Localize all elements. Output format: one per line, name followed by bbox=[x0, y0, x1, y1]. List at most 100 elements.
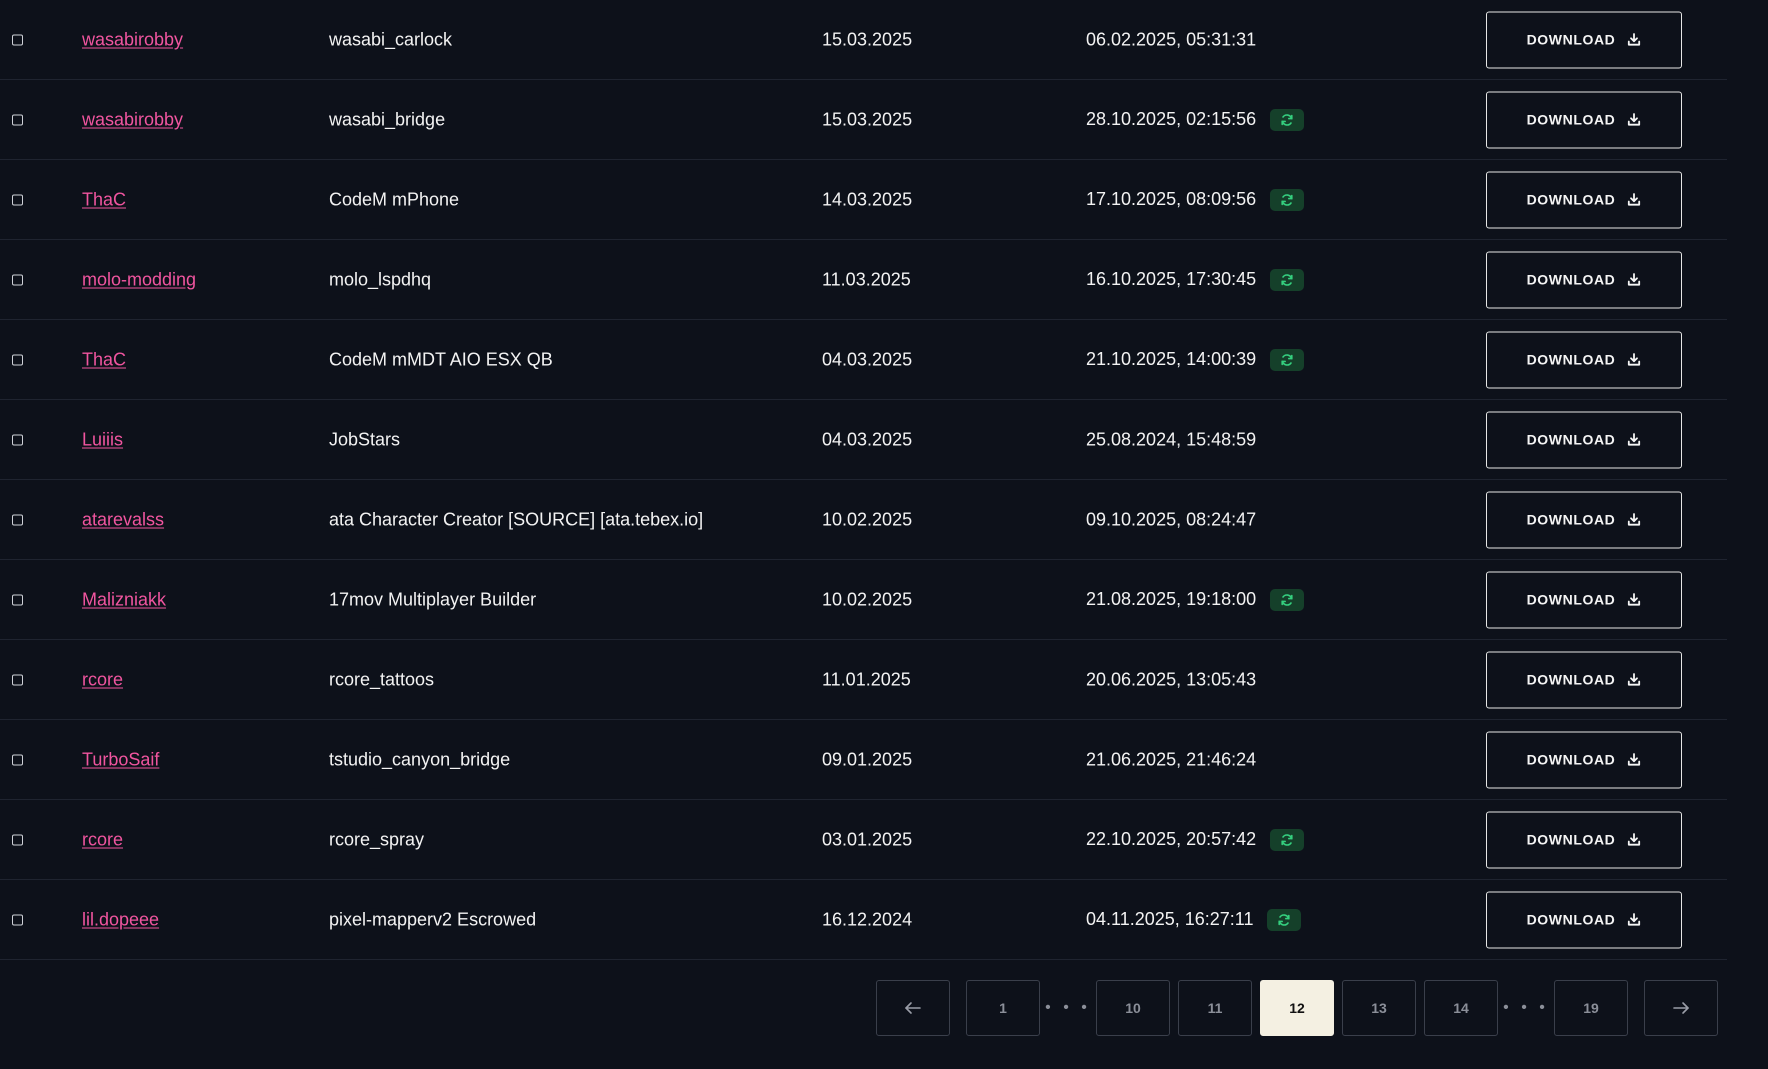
created-date: 11.01.2025 bbox=[822, 669, 911, 689]
next-page-button[interactable] bbox=[1644, 980, 1718, 1036]
updated-cell: 06.02.2025, 05:31:31 bbox=[1086, 29, 1256, 50]
row-checkbox[interactable] bbox=[12, 674, 23, 685]
resource-name: 17mov Multiplayer Builder bbox=[329, 589, 537, 609]
updated-timestamp: 04.11.2025, 16:27:11 bbox=[1086, 909, 1254, 929]
author-link[interactable]: lil.dopeee bbox=[82, 909, 159, 930]
created-date: 10.02.2025 bbox=[822, 589, 913, 609]
pagination-ellipsis: • • • bbox=[1503, 999, 1549, 1016]
download-icon bbox=[1627, 433, 1641, 447]
updated-timestamp: 25.08.2024, 15:48:59 bbox=[1086, 429, 1257, 449]
download-icon bbox=[1627, 833, 1641, 847]
page-button-13[interactable]: 13 bbox=[1342, 980, 1416, 1036]
download-button[interactable]: DOWNLOAD bbox=[1486, 331, 1682, 388]
download-icon bbox=[1627, 513, 1641, 527]
updated-timestamp: 06.02.2025, 05:31:31 bbox=[1086, 29, 1257, 49]
resource-name: wasabi_carlock bbox=[329, 29, 453, 49]
page-button-12[interactable]: 12 bbox=[1260, 980, 1334, 1036]
updated-timestamp: 21.10.2025, 14:00:39 bbox=[1086, 349, 1257, 369]
sync-icon bbox=[1270, 828, 1305, 851]
sync-icon bbox=[1270, 188, 1305, 211]
page-button-10[interactable]: 10 bbox=[1096, 980, 1170, 1036]
row-checkbox[interactable] bbox=[12, 834, 23, 845]
author-link[interactable]: atarevalss bbox=[82, 509, 164, 530]
row-checkbox[interactable] bbox=[12, 274, 23, 285]
table-row: molo-modding molo_lspdhq 11.03.2025 16.1… bbox=[0, 240, 1727, 320]
created-date: 11.03.2025 bbox=[822, 269, 911, 289]
author-link[interactable]: Luiiis bbox=[82, 429, 123, 450]
updated-timestamp: 09.10.2025, 08:24:47 bbox=[1086, 509, 1257, 529]
download-label: DOWNLOAD bbox=[1526, 271, 1616, 288]
author-link[interactable]: wasabirobby bbox=[82, 29, 183, 50]
download-label: DOWNLOAD bbox=[1526, 31, 1616, 48]
row-checkbox[interactable] bbox=[12, 194, 23, 205]
download-button[interactable]: DOWNLOAD bbox=[1486, 571, 1682, 628]
table-row: ThaC CodeM mPhone 14.03.2025 17.10.2025,… bbox=[0, 160, 1727, 240]
author-link[interactable]: rcore bbox=[82, 669, 123, 690]
row-checkbox[interactable] bbox=[12, 914, 23, 925]
download-icon bbox=[1627, 33, 1641, 47]
updated-timestamp: 21.08.2025, 19:18:00 bbox=[1086, 589, 1257, 609]
download-button[interactable]: DOWNLOAD bbox=[1486, 411, 1682, 468]
download-button[interactable]: DOWNLOAD bbox=[1486, 171, 1682, 228]
updated-timestamp: 17.10.2025, 08:09:56 bbox=[1086, 189, 1257, 209]
page-button-14[interactable]: 14 bbox=[1424, 980, 1498, 1036]
resource-name: wasabi_bridge bbox=[329, 109, 446, 129]
row-checkbox[interactable] bbox=[12, 514, 23, 525]
download-button[interactable]: DOWNLOAD bbox=[1486, 91, 1682, 148]
author-link[interactable]: molo-modding bbox=[82, 269, 196, 290]
row-checkbox[interactable] bbox=[12, 594, 23, 605]
row-checkbox[interactable] bbox=[12, 754, 23, 765]
download-label: DOWNLOAD bbox=[1526, 911, 1616, 928]
row-checkbox[interactable] bbox=[12, 114, 23, 125]
table-row: Malizniakk 17mov Multiplayer Builder 10.… bbox=[0, 560, 1727, 640]
table-row: wasabirobby wasabi_bridge 15.03.2025 28.… bbox=[0, 80, 1727, 160]
author-link[interactable]: ThaC bbox=[82, 349, 126, 370]
download-button[interactable]: DOWNLOAD bbox=[1486, 731, 1682, 788]
page-button-19[interactable]: 19 bbox=[1554, 980, 1628, 1036]
download-icon bbox=[1627, 593, 1641, 607]
sync-icon bbox=[1270, 268, 1305, 291]
download-button[interactable]: DOWNLOAD bbox=[1486, 651, 1682, 708]
updated-cell: 20.06.2025, 13:05:43 bbox=[1086, 669, 1256, 690]
arrow-right-icon bbox=[1673, 1002, 1689, 1014]
author-link[interactable]: rcore bbox=[82, 829, 123, 850]
download-button[interactable]: DOWNLOAD bbox=[1486, 251, 1682, 308]
updated-cell: 21.08.2025, 19:18:00 bbox=[1086, 588, 1305, 611]
author-link[interactable]: Malizniakk bbox=[82, 589, 166, 610]
table-row: wasabirobby wasabi_carlock 15.03.2025 06… bbox=[0, 0, 1727, 80]
row-checkbox[interactable] bbox=[12, 34, 23, 45]
download-button[interactable]: DOWNLOAD bbox=[1486, 491, 1682, 548]
table-row: TurboSaif tstudio_canyon_bridge 09.01.20… bbox=[0, 720, 1727, 800]
updated-cell: 17.10.2025, 08:09:56 bbox=[1086, 188, 1305, 211]
prev-page-button[interactable] bbox=[876, 980, 950, 1036]
arrow-left-icon bbox=[905, 1002, 921, 1014]
updated-timestamp: 21.06.2025, 21:46:24 bbox=[1086, 749, 1257, 769]
updated-timestamp: 20.06.2025, 13:05:43 bbox=[1086, 669, 1257, 689]
download-button[interactable]: DOWNLOAD bbox=[1486, 891, 1682, 948]
author-link[interactable]: TurboSaif bbox=[82, 749, 159, 770]
author-link[interactable]: ThaC bbox=[82, 189, 126, 210]
download-button[interactable]: DOWNLOAD bbox=[1486, 11, 1682, 68]
resources-table: wasabirobby wasabi_carlock 15.03.2025 06… bbox=[0, 0, 1727, 960]
download-icon bbox=[1627, 273, 1641, 287]
page-button-11[interactable]: 11 bbox=[1178, 980, 1252, 1036]
created-date: 03.01.2025 bbox=[822, 829, 913, 849]
row-checkbox[interactable] bbox=[12, 434, 23, 445]
created-date: 15.03.2025 bbox=[822, 109, 913, 129]
resource-name: pixel-mapperv2 Escrowed bbox=[329, 909, 537, 929]
created-date: 09.01.2025 bbox=[822, 749, 913, 769]
page-button-1[interactable]: 1 bbox=[966, 980, 1040, 1036]
updated-timestamp: 22.10.2025, 20:57:42 bbox=[1086, 829, 1257, 849]
updated-cell: 28.10.2025, 02:15:56 bbox=[1086, 108, 1305, 131]
created-date: 10.02.2025 bbox=[822, 509, 913, 529]
resource-name: JobStars bbox=[329, 429, 401, 449]
resource-name: ata Character Creator [SOURCE] [ata.tebe… bbox=[329, 509, 704, 529]
download-label: DOWNLOAD bbox=[1526, 591, 1616, 608]
sync-icon bbox=[1270, 588, 1305, 611]
download-button[interactable]: DOWNLOAD bbox=[1486, 811, 1682, 868]
download-label: DOWNLOAD bbox=[1526, 431, 1616, 448]
row-checkbox[interactable] bbox=[12, 354, 23, 365]
author-link[interactable]: wasabirobby bbox=[82, 109, 183, 130]
sync-icon bbox=[1270, 348, 1305, 371]
created-date: 04.03.2025 bbox=[822, 429, 913, 449]
